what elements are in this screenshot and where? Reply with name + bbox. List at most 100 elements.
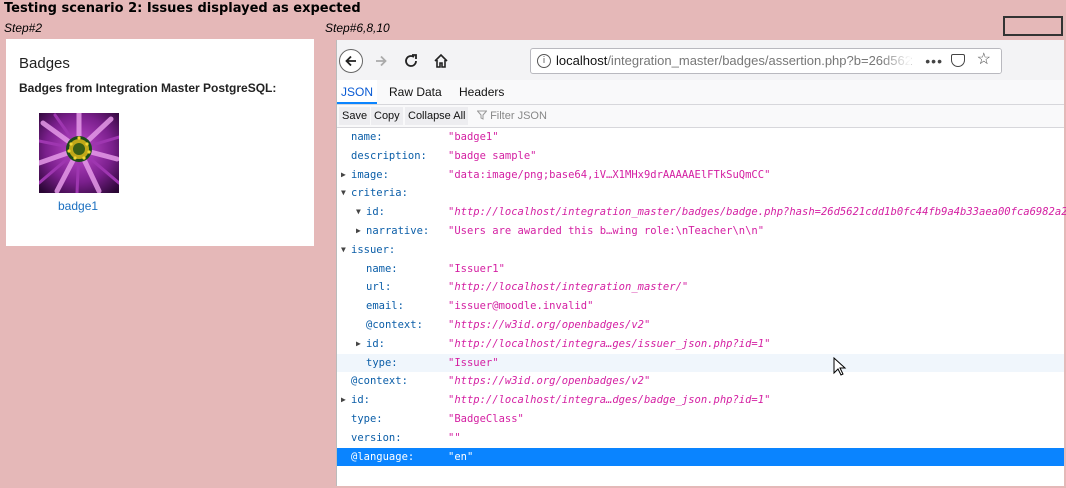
- json-value: "en": [448, 450, 474, 463]
- json-key: @context:: [351, 375, 408, 388]
- json-key: id:: [351, 394, 370, 407]
- url-host: localhost: [556, 53, 608, 68]
- json-value: "": [448, 431, 461, 444]
- json-value: "http://localhost/integra…ges/issuer_jso…: [448, 337, 771, 350]
- json-key: version:: [351, 431, 402, 444]
- tab-json[interactable]: JSON: [337, 80, 378, 104]
- json-value: "badge1": [448, 131, 499, 143]
- json-row[interactable]: description: "badge sample": [337, 147, 1064, 166]
- expanded-twisty-icon[interactable]: ▼: [341, 184, 346, 203]
- url-text[interactable]: localhost/integration_master/badges/asse…: [556, 49, 919, 73]
- collapsed-twisty-icon[interactable]: ▶: [341, 166, 346, 185]
- json-key: @context:: [366, 318, 423, 331]
- json-key: @language:: [351, 450, 415, 463]
- json-value: "http://localhost/integration_master/bad…: [448, 206, 1066, 219]
- json-key: type:: [351, 412, 383, 425]
- json-row[interactable]: email: "issuer@moodle.invalid": [337, 297, 1064, 316]
- expanded-twisty-icon[interactable]: ▼: [356, 203, 361, 222]
- tab-headers[interactable]: Headers: [459, 80, 504, 104]
- json-row[interactable]: @context: "https://w3id.org/openbadges/v2…: [337, 372, 1064, 391]
- json-row[interactable]: ▶ id: "http://localhost/integra…dges/badge…: [337, 391, 1064, 410]
- json-value: "Issuer1": [448, 262, 505, 275]
- json-row[interactable]: @context: "https://w3id.org/openbadges/v2…: [337, 316, 1064, 335]
- json-key: email:: [366, 300, 404, 313]
- json-key: id:: [366, 206, 385, 219]
- badge-image[interactable]: [39, 113, 119, 193]
- url-fade: [881, 49, 911, 73]
- collapse-all-button[interactable]: Collapse All: [405, 107, 469, 125]
- json-key: url:: [366, 281, 392, 294]
- json-row[interactable]: ▼ id: "http://localhost/integration_master…: [337, 203, 1066, 222]
- info-icon[interactable]: i: [537, 54, 551, 68]
- bookmark-star-icon[interactable]: ☆: [977, 49, 991, 72]
- json-row[interactable]: ▼ issuer:: [337, 241, 1064, 260]
- json-row[interactable]: url: "http://localhost/integration_master…: [337, 278, 1064, 297]
- json-tree: name: "badge1" description: "badge sample" ▶…: [337, 128, 1066, 467]
- json-value: "http://localhost/integra…dges/badge_jso…: [448, 394, 771, 407]
- browser-toolbar: i localhost/integration_master/badges/as…: [337, 40, 1064, 80]
- address-bar[interactable]: i localhost/integration_master/badges/as…: [530, 48, 1002, 74]
- back-button[interactable]: [339, 49, 363, 73]
- badge-link[interactable]: badge1: [58, 199, 98, 213]
- page-actions-menu-icon[interactable]: •••: [925, 49, 943, 73]
- json-key: description:: [351, 149, 427, 162]
- window-frame-fragment: [1003, 16, 1063, 36]
- json-row[interactable]: ▶ image: "data:image/png;base64,iV…X1MHx9d…: [337, 166, 1064, 185]
- json-key: type:: [366, 356, 398, 369]
- page-heading: Testing scenario 2: Issues displayed as …: [4, 1, 361, 16]
- expanded-twisty-icon[interactable]: ▼: [341, 241, 346, 260]
- home-button[interactable]: [429, 49, 453, 73]
- json-row[interactable]: ▶ id: "http://localhost/integra…ges/issuer…: [337, 335, 1064, 354]
- json-key: name:: [366, 262, 398, 275]
- reload-button[interactable]: [399, 49, 423, 73]
- forward-button[interactable]: [369, 49, 393, 73]
- json-value: "https://w3id.org/openbadges/v2": [448, 375, 651, 388]
- json-value: "https://w3id.org/openbadges/v2": [448, 318, 651, 331]
- json-toolbar: Save Copy Collapse All Filter JSON: [337, 105, 1064, 128]
- json-row[interactable]: type: "Issuer": [337, 353, 1064, 373]
- json-row[interactable]: type: "BadgeClass": [337, 410, 1064, 429]
- url-path: /integration_master/badges/assertion.php…: [607, 53, 920, 68]
- arrow-right-icon: [376, 55, 387, 67]
- json-key: issuer:: [351, 243, 396, 256]
- json-row[interactable]: name: "Issuer1": [337, 260, 1064, 279]
- json-value: "http://localhost/integration_master/": [448, 281, 689, 294]
- json-row[interactable]: name: "badge1": [337, 128, 1064, 147]
- badges-title: Badges: [19, 55, 70, 72]
- json-key: criteria:: [351, 187, 408, 200]
- save-button[interactable]: Save: [339, 107, 371, 125]
- json-row[interactable]: ▼ criteria:: [337, 184, 1064, 203]
- flower-image-icon: [39, 113, 119, 193]
- mouse-cursor-icon: [833, 357, 847, 376]
- arrow-left-icon: [345, 55, 356, 67]
- collapsed-twisty-icon[interactable]: ▶: [341, 391, 346, 410]
- json-value: "Issuer": [448, 356, 499, 369]
- json-viewer-tabs: JSON Raw Data Headers: [337, 80, 1064, 105]
- badges-subtitle: Badges from Integration Master PostgreSQ…: [19, 81, 277, 95]
- step-label-left: Step#2: [4, 21, 43, 35]
- filter-icon: [476, 110, 488, 120]
- browser-window: i localhost/integration_master/badges/as…: [336, 40, 1066, 486]
- reload-icon: [405, 54, 417, 67]
- collapsed-twisty-icon[interactable]: ▶: [356, 222, 361, 241]
- json-row[interactable]: ▶ narrative: "Users are awarded this b…win…: [337, 222, 1064, 241]
- copy-button[interactable]: Copy: [371, 107, 403, 125]
- tab-raw-data[interactable]: Raw Data: [389, 80, 442, 104]
- json-value: "issuer@moodle.invalid": [448, 300, 594, 313]
- json-key: name:: [351, 131, 383, 143]
- filter-json-input[interactable]: Filter JSON: [476, 107, 547, 125]
- home-icon: [434, 53, 448, 68]
- json-key: image:: [351, 168, 389, 181]
- collapsed-twisty-icon[interactable]: ▶: [356, 335, 361, 354]
- json-key: narrative:: [366, 224, 430, 237]
- json-value: "Users are awarded this b…wing role:\nTe…: [448, 224, 765, 237]
- step-label-right: Step#6,8,10: [325, 21, 390, 35]
- json-value: "BadgeClass": [448, 412, 524, 425]
- json-value: "data:image/png;base64,iV…X1MHx9drAAAAAE…: [448, 168, 771, 181]
- json-key: id:: [366, 337, 385, 350]
- filter-placeholder: Filter JSON: [490, 110, 547, 122]
- json-row[interactable]: @language: "en": [337, 447, 1064, 467]
- json-value: "badge sample": [448, 149, 537, 162]
- json-row[interactable]: version: "": [337, 429, 1064, 448]
- badges-panel: Badges Badges from Integration Master Po…: [6, 39, 314, 246]
